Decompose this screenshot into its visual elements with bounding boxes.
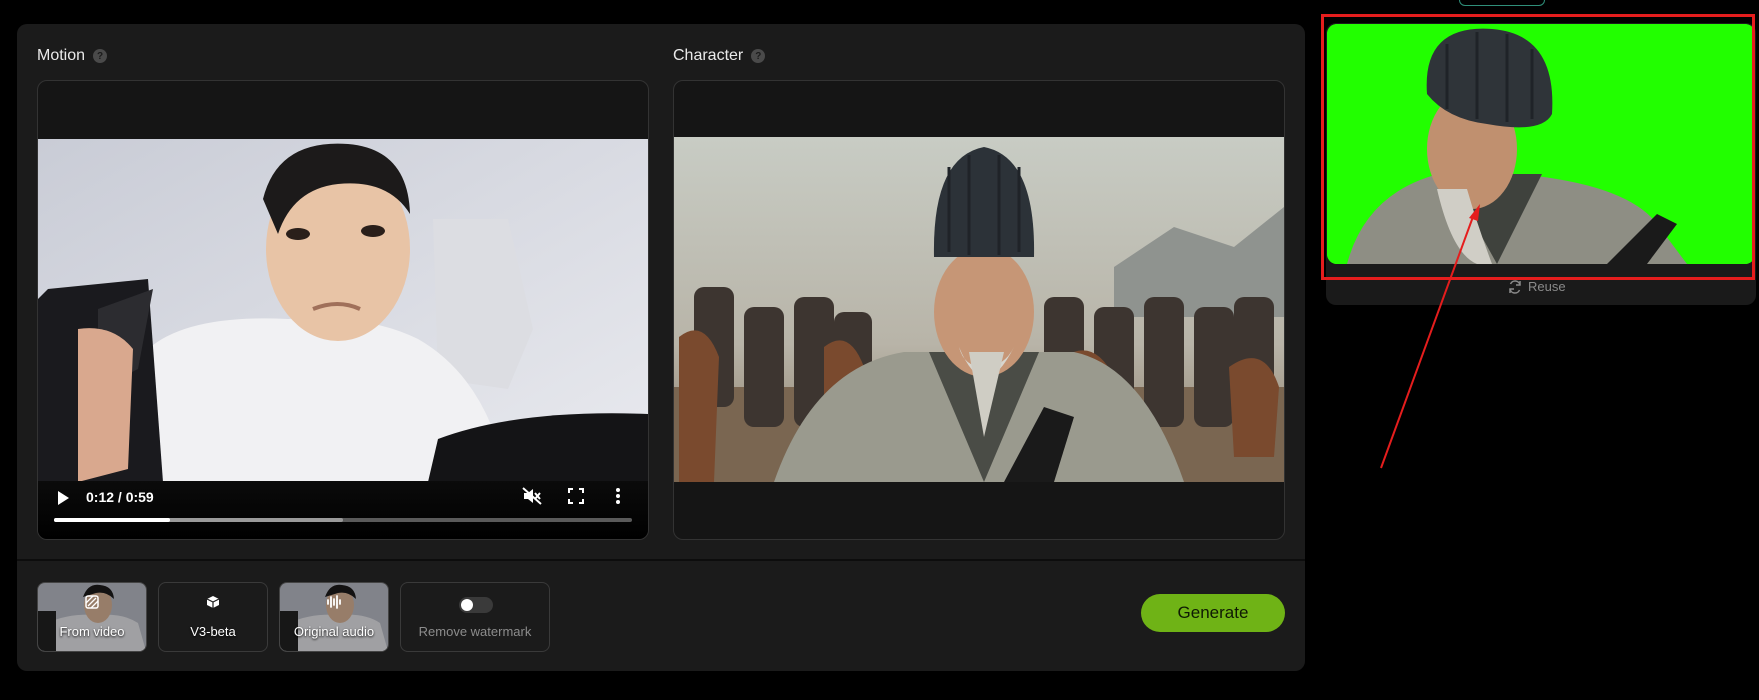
from-video-thumbnail xyxy=(38,583,146,651)
character-image-box[interactable] xyxy=(673,80,1285,540)
help-icon[interactable]: ? xyxy=(751,49,766,63)
character-image xyxy=(674,137,1284,482)
cube-icon xyxy=(206,596,220,608)
fullscreen-icon[interactable] xyxy=(568,488,584,504)
annotation-highlight-box xyxy=(1321,14,1755,280)
reuse-label: Reuse xyxy=(1528,279,1566,294)
video-controls: 0:12 / 0:59 xyxy=(38,481,648,539)
from-video-option[interactable]: From video xyxy=(37,582,147,652)
seek-progress xyxy=(54,518,170,522)
motion-label: Motion xyxy=(37,47,86,64)
original-audio-thumbnail xyxy=(280,583,388,651)
help-icon[interactable]: ? xyxy=(93,49,108,63)
video-time: 0:12 / 0:59 xyxy=(86,489,154,505)
remove-watermark-option[interactable]: Remove watermark xyxy=(400,582,550,652)
original-audio-option[interactable]: Original audio xyxy=(279,582,389,652)
panel-divider xyxy=(17,559,1305,561)
seek-bar[interactable] xyxy=(54,518,632,522)
motion-video-frame xyxy=(38,139,648,482)
from-video-label: From video xyxy=(59,624,125,639)
no-background-icon xyxy=(85,595,99,609)
generate-button[interactable]: Generate xyxy=(1141,594,1285,632)
volume-mute-icon[interactable] xyxy=(522,487,542,505)
toggle-knob xyxy=(461,599,473,611)
motion-section-label: Motion ? xyxy=(37,47,108,65)
motion-video-player[interactable]: 0:12 / 0:59 xyxy=(37,80,649,540)
original-audio-label: Original audio xyxy=(293,624,375,639)
remove-watermark-toggle[interactable] xyxy=(459,597,493,613)
top-tab-outline xyxy=(1459,0,1545,6)
generation-panel: Motion ? Character ? 0:12 / 0:59 From vi… xyxy=(17,24,1305,671)
character-section-label: Character ? xyxy=(673,47,766,65)
model-version-label: V3-beta xyxy=(190,624,236,639)
play-icon[interactable] xyxy=(58,491,69,505)
model-version-option[interactable]: V3-beta xyxy=(158,582,268,652)
remove-watermark-label: Remove watermark xyxy=(418,624,532,639)
audio-wave-icon xyxy=(327,595,341,609)
more-vertical-icon[interactable] xyxy=(615,487,621,505)
character-label: Character xyxy=(673,47,744,64)
refresh-icon xyxy=(1509,279,1521,294)
reuse-button[interactable]: Reuse xyxy=(1508,279,1566,294)
